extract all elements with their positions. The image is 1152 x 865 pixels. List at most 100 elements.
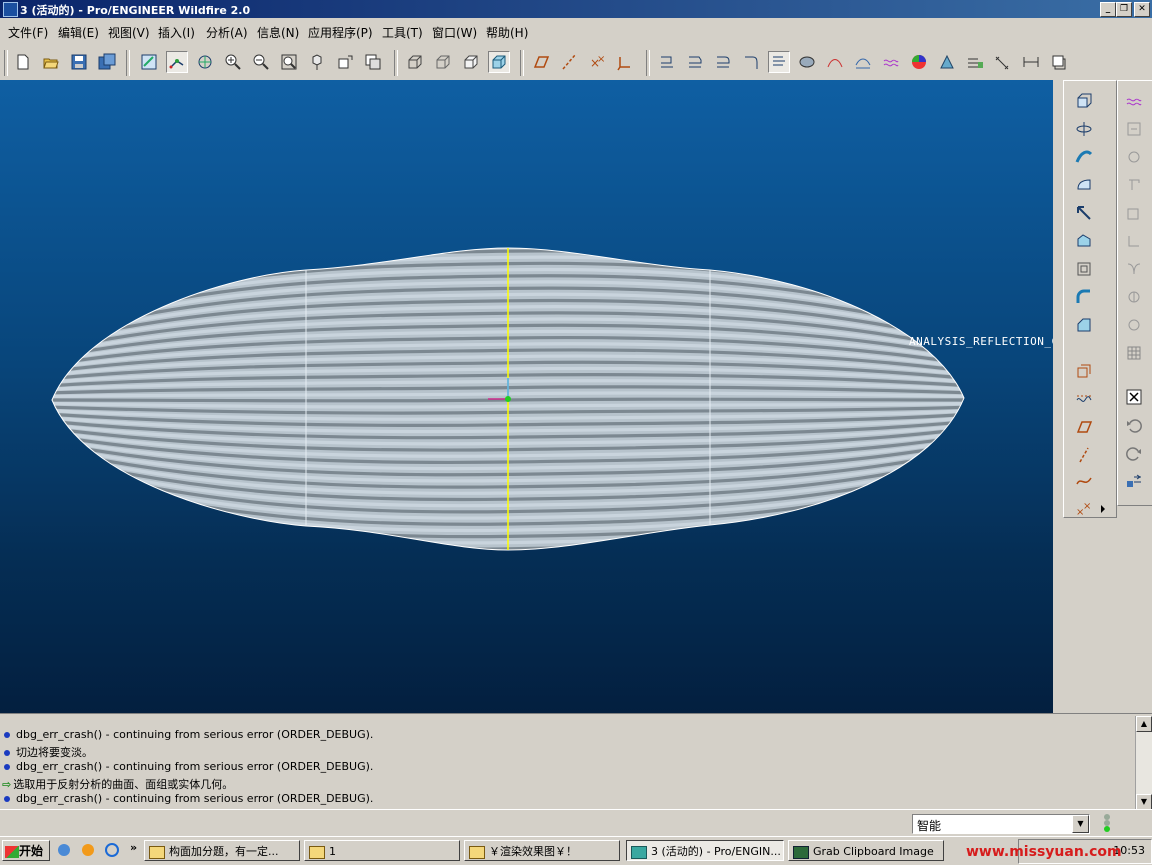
undo-icon[interactable] <box>1123 414 1145 436</box>
datum-axis-tool-icon[interactable] <box>1073 444 1095 466</box>
analysis-curvature-icon[interactable] <box>824 51 846 73</box>
save-icon[interactable] <box>68 51 90 73</box>
saved-views-icon[interactable] <box>334 51 356 73</box>
datum-curve-tool-icon[interactable] <box>1073 470 1095 492</box>
message-line: 切边将要变淡。 <box>4 744 93 760</box>
feature-round-icon[interactable] <box>1073 286 1095 308</box>
menu-applications[interactable]: 应用程序(P) <box>308 24 373 41</box>
feature-revolve-icon[interactable] <box>1073 118 1095 140</box>
dimension-1-icon[interactable] <box>656 51 678 73</box>
datum-axes-icon[interactable] <box>558 51 580 73</box>
quicklaunch-ie-icon[interactable] <box>104 842 120 858</box>
analysis-annotation[interactable]: ANALYSIS_REFLECTION_C <box>909 335 1053 348</box>
analysis-model-icon[interactable] <box>1048 51 1070 73</box>
grid-tool-icon[interactable] <box>1123 342 1145 364</box>
repaint-icon[interactable] <box>138 51 160 73</box>
refit-icon[interactable] <box>278 51 300 73</box>
spin-center-icon[interactable] <box>166 51 188 73</box>
insert-tool-icon[interactable] <box>1123 118 1145 140</box>
info-bullet-icon <box>4 732 10 738</box>
restore-button[interactable]: ❐ <box>1116 2 1132 17</box>
analysis-gaussian-icon[interactable] <box>908 51 930 73</box>
datum-point-tool-icon[interactable]: × × <box>1073 498 1095 520</box>
dimension-5-icon[interactable] <box>768 51 790 73</box>
wireframe-icon[interactable] <box>404 51 426 73</box>
taskbar-item[interactable]: 1 <box>304 840 460 861</box>
taskbar-item-active[interactable]: 3 (活动的) - Pro/ENGIN... <box>626 840 784 861</box>
coord-systems-icon[interactable] <box>614 51 636 73</box>
analysis-shade-icon[interactable] <box>796 51 818 73</box>
taskbar-item[interactable]: Grab Clipboard Image <box>788 840 944 861</box>
regenerate-icon[interactable] <box>1123 470 1145 492</box>
menu-window[interactable]: 窗口(W) <box>432 24 477 41</box>
menu-help[interactable]: 帮助(H) <box>486 24 528 41</box>
feature-blend-icon[interactable] <box>1073 174 1095 196</box>
message-scrollbar[interactable]: ▲ ▼ <box>1135 716 1152 810</box>
analysis-draft-icon[interactable] <box>964 51 986 73</box>
message-line: dbg_err_crash() - continuing from seriou… <box>4 728 373 741</box>
analysis-measure-icon[interactable] <box>992 51 1014 73</box>
save-copy-icon[interactable] <box>96 51 118 73</box>
menu-analysis[interactable]: 分析(A) <box>206 24 248 41</box>
chevron-down-icon[interactable]: ▼ <box>1072 815 1089 833</box>
menu-info[interactable]: 信息(N) <box>257 24 299 41</box>
no-hidden-icon[interactable] <box>460 51 482 73</box>
new-file-icon[interactable] <box>12 51 34 73</box>
start-button[interactable]: 开始 <box>2 840 50 861</box>
analysis-slope-icon[interactable] <box>936 51 958 73</box>
orient-mode-icon[interactable] <box>194 51 216 73</box>
zoom-out-icon[interactable] <box>250 51 272 73</box>
selection-filter-dropdown[interactable]: 智能 ▼ <box>912 814 1090 834</box>
minimize-button[interactable]: _ <box>1100 2 1116 17</box>
graphics-viewport[interactable]: ANALYSIS_REFLECTION_C <box>0 80 1053 713</box>
taskbar-item[interactable]: ￥渲染效果图￥！ <box>464 840 620 861</box>
quicklaunch-desktop-icon[interactable] <box>56 842 72 858</box>
quicklaunch-more-icon[interactable]: » <box>130 841 137 854</box>
hidden-line-icon[interactable] <box>432 51 454 73</box>
analysis-distance-icon[interactable] <box>1020 51 1042 73</box>
prompt-line: ⇨ 选取用于反射分析的曲面、面组或实体几何。 <box>2 778 234 791</box>
feature-extrude-icon[interactable] <box>1073 90 1095 112</box>
folder-icon <box>309 845 325 859</box>
menu-insert[interactable]: 插入(I) <box>158 24 195 41</box>
sketch-curve-icon[interactable] <box>1073 388 1095 410</box>
model-canvas[interactable] <box>0 80 1053 713</box>
taskbar-item[interactable]: 构面加分题，有一定... <box>144 840 300 861</box>
zoom-in-icon[interactable] <box>222 51 244 73</box>
feature-chamfer-icon[interactable] <box>1073 314 1095 336</box>
menu-edit[interactable]: 编辑(E) <box>58 24 99 41</box>
datum-planes-icon[interactable] <box>530 51 552 73</box>
analysis-section-icon[interactable] <box>852 51 874 73</box>
datum-points-icon[interactable]: × × <box>586 51 608 73</box>
flyout-arrow-icon[interactable] <box>1097 498 1109 520</box>
feature-sweep-icon[interactable] <box>1073 146 1095 168</box>
layers-icon[interactable] <box>362 51 384 73</box>
view-manager-icon[interactable] <box>306 51 328 73</box>
menu-view[interactable]: 视图(V) <box>108 24 150 41</box>
disabled-tool-7-icon <box>1123 314 1145 336</box>
shading-icon[interactable] <box>488 51 510 73</box>
scroll-down-button[interactable]: ▼ <box>1136 794 1152 810</box>
dimension-2-icon[interactable] <box>684 51 706 73</box>
analysis-offset-icon[interactable] <box>880 51 902 73</box>
close-button[interactable]: ✕ <box>1134 2 1150 17</box>
dimension-3-icon[interactable] <box>712 51 734 73</box>
proe-app-icon[interactable] <box>3 2 18 17</box>
proe-app-icon <box>631 845 647 859</box>
title-bar: 3 (活动的) - Pro/ENGINEER Wildfire 2.0 _ ❐ … <box>0 0 1152 18</box>
redo-icon[interactable] <box>1123 442 1145 464</box>
datum-plane-shape-icon[interactable] <box>1073 416 1095 438</box>
menu-file[interactable]: 文件(F) <box>8 24 48 41</box>
quicklaunch-browser-icon[interactable] <box>80 842 96 858</box>
menu-tools[interactable]: 工具(T) <box>382 24 423 41</box>
style-tool-icon[interactable] <box>1123 90 1145 112</box>
feature-draft-icon[interactable] <box>1073 202 1095 224</box>
datum-plane-tool-icon[interactable] <box>1073 360 1095 382</box>
dimension-4-icon[interactable] <box>740 51 762 73</box>
open-file-icon[interactable] <box>40 51 62 73</box>
cancel-tool-icon[interactable] <box>1123 386 1145 408</box>
scroll-up-button[interactable]: ▲ <box>1136 716 1152 732</box>
feature-pattern-icon[interactable] <box>1073 258 1095 280</box>
watermark: www.missyuan.com <box>966 844 1122 860</box>
feature-shell-icon[interactable] <box>1073 230 1095 252</box>
